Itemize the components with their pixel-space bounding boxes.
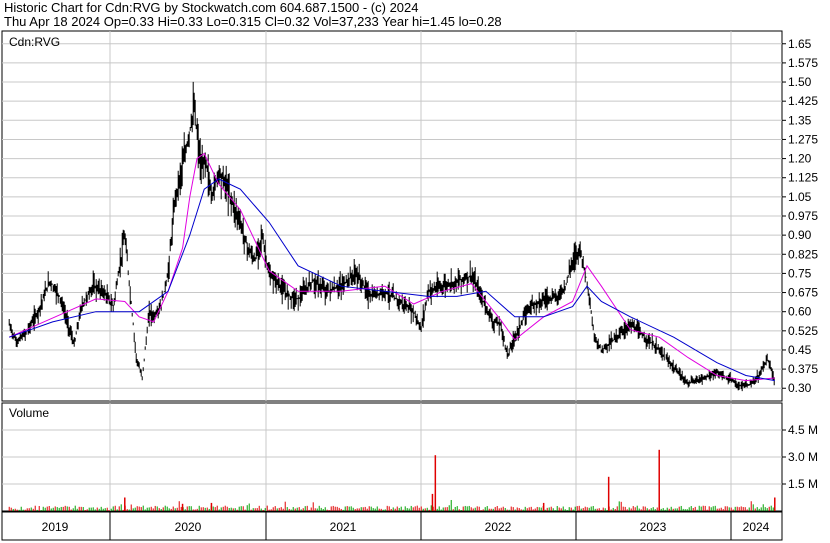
volume-tick-label: 3.0 M (788, 450, 818, 464)
price-tick-label: 0.90 (788, 228, 812, 242)
volume-panel-label: Volume (9, 406, 49, 420)
x-tick-label: 2020 (175, 520, 202, 534)
price-tick-label: 0.675 (788, 286, 818, 300)
price-tick-label: 0.525 (788, 324, 818, 338)
price-series-daily (8, 81, 775, 392)
chart-canvas: 1.65 1.575 1.50 1.425 1.35 1.275 1.20 1.125 1.05… (1, 30, 818, 541)
volume-bars-group (8, 449, 776, 511)
volume-tick-label: 4.5 M (788, 423, 818, 437)
price-tick-label: 1.65 (788, 37, 812, 51)
price-tick-label: 1.125 (788, 171, 818, 185)
volume-grid (2, 403, 782, 511)
price-panel-label: Cdn:RVG (9, 35, 60, 49)
x-axis: 2019 2020 2021 2022 2023 2024 (42, 512, 770, 540)
price-y-axis: 1.65 1.575 1.50 1.425 1.35 1.275 1.20 1.125 1.05… (782, 37, 818, 395)
x-tick-label: 2022 (485, 520, 512, 534)
price-tick-label: 1.575 (788, 56, 818, 70)
x-tick-label: 2023 (640, 520, 667, 534)
price-tick-label: 0.60 (788, 305, 812, 319)
price-tick-label: 0.375 (788, 362, 818, 376)
volume-y-axis: 4.5 M 3.0 M 1.5 M (782, 423, 818, 491)
price-tick-label: 0.825 (788, 247, 818, 261)
price-tick-label: 0.75 (788, 266, 812, 280)
price-tick-label: 0.975 (788, 209, 818, 223)
x-tick-label: 2021 (330, 520, 357, 534)
price-tick-label: 0.45 (788, 343, 812, 357)
price-series-group (8, 81, 775, 392)
x-tick-label: 2019 (42, 520, 69, 534)
price-tick-label: 1.425 (788, 94, 818, 108)
price-tick-label: 1.35 (788, 113, 812, 127)
x-tick-label: 2024 (743, 520, 770, 534)
price-tick-label: 1.05 (788, 190, 812, 204)
price-tick-label: 1.50 (788, 75, 812, 89)
price-grid (2, 31, 782, 401)
price-tick-label: 1.20 (788, 152, 812, 166)
volume-tick-label: 1.5 M (788, 477, 818, 491)
price-tick-label: 1.275 (788, 132, 818, 146)
price-tick-label: 0.30 (788, 381, 812, 395)
price-ma-short-line (8, 152, 775, 382)
